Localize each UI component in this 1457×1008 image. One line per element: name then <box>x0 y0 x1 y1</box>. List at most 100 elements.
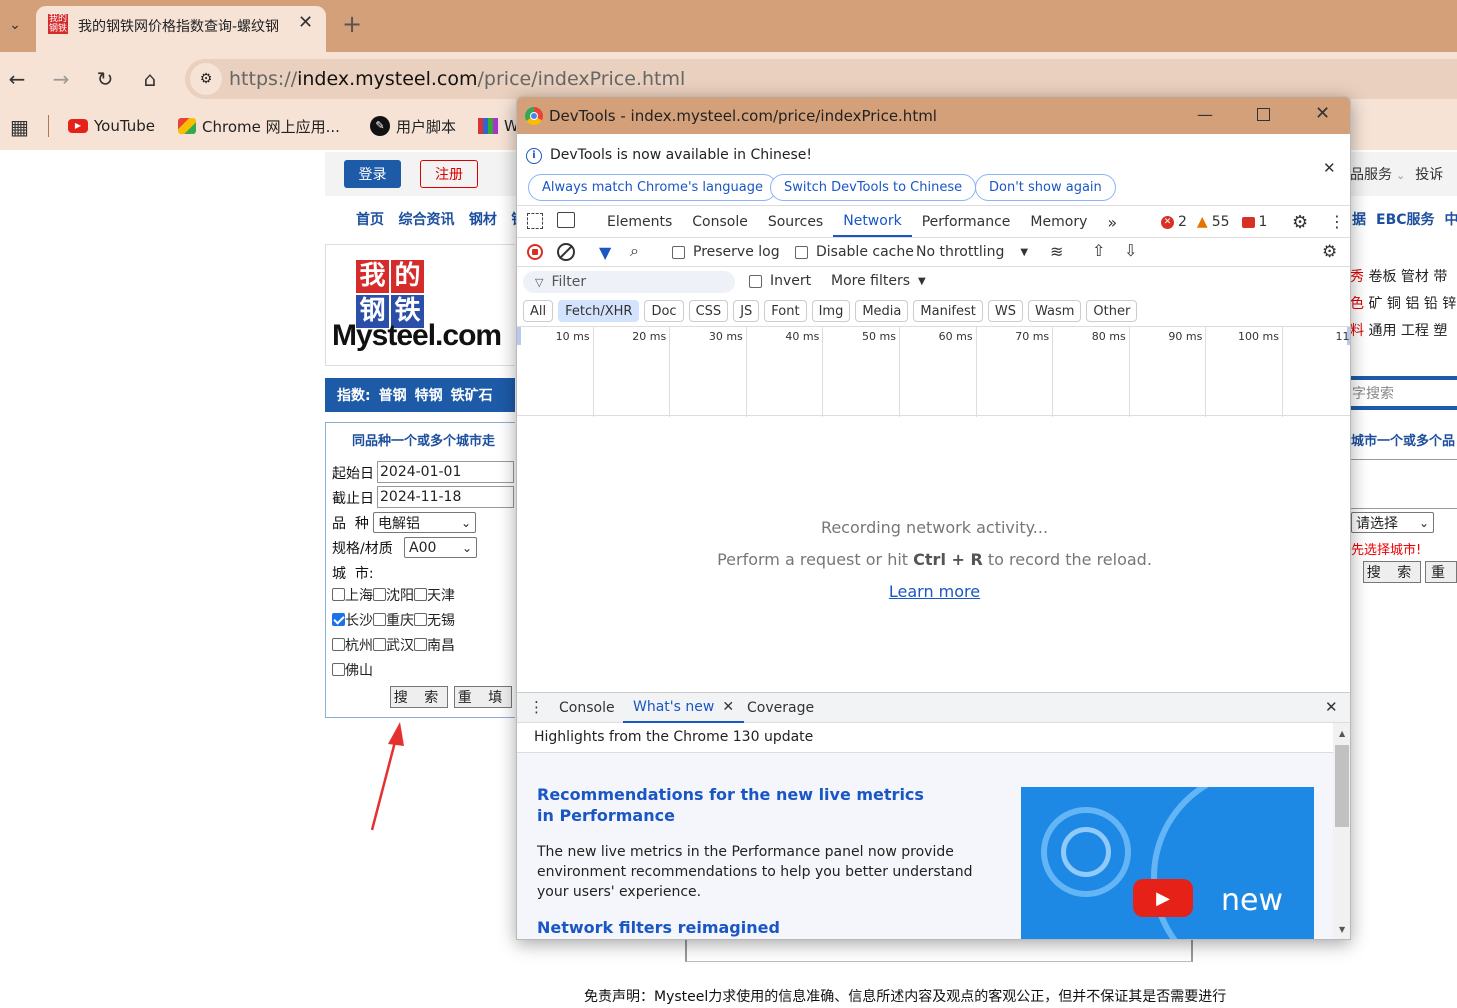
filter-input[interactable]: ▽ Filter <box>523 271 735 293</box>
chip-ws[interactable]: WS <box>987 300 1023 322</box>
more-tabs-icon[interactable]: » <box>1097 207 1127 237</box>
bookmark-chrome-store[interactable]: Chrome 网上应用... <box>178 111 340 141</box>
chip-js[interactable]: JS <box>733 300 760 322</box>
home-icon[interactable]: ⌂ <box>133 62 167 96</box>
reload-icon[interactable]: ↻ <box>88 62 122 96</box>
right-search-input[interactable]: 字搜索 <box>1352 383 1394 403</box>
invert-checkbox[interactable]: Invert <box>749 273 811 289</box>
login-button[interactable]: 登录 <box>344 160 401 188</box>
chip-wasm[interactable]: Wasm <box>1027 300 1082 322</box>
back-icon[interactable]: ← <box>0 62 34 96</box>
scroll-down-icon[interactable]: ▼ <box>1339 925 1345 934</box>
feature-title-live-metrics[interactable]: Recommendations for the new live metrics… <box>537 784 937 826</box>
throttling-select[interactable]: No throttling ▼ <box>916 244 1028 260</box>
city-checkbox-shanghai[interactable] <box>332 588 345 601</box>
scroll-up-icon[interactable]: ▲ <box>1339 729 1345 738</box>
index-link-general[interactable]: 普钢 <box>379 385 407 405</box>
feature-video-thumbnail[interactable]: ▶ new <box>1021 787 1314 939</box>
chip-manifest[interactable]: Manifest <box>913 300 983 322</box>
drawer-tab-coverage[interactable]: Coverage <box>737 693 824 723</box>
device-toolbar-icon[interactable] <box>557 212 575 228</box>
chip-doc[interactable]: Doc <box>644 300 684 322</box>
reset-button[interactable]: 重 填 <box>454 686 512 708</box>
nav-news[interactable]: 综合资讯 <box>398 212 454 228</box>
chip-other[interactable]: Other <box>1086 300 1138 322</box>
index-link-ore[interactable]: 铁矿石 <box>451 385 493 405</box>
register-button[interactable]: 注册 <box>420 160 478 188</box>
city-checkbox-shenyang[interactable] <box>373 588 386 601</box>
match-language-button[interactable]: Always match Chrome's language <box>528 174 777 201</box>
active-tab[interactable]: 我的 钢铁 我的钢铁网价格指数查询-螺纹钢 ✕ <box>36 6 326 52</box>
youtube-play-icon[interactable]: ▶ <box>1133 879 1193 917</box>
city-checkbox-hangzhou[interactable] <box>332 638 345 651</box>
chip-font[interactable]: Font <box>764 300 807 322</box>
drawer-tab-whats-new[interactable]: What's new ✕ <box>623 693 745 723</box>
new-tab-button[interactable]: + <box>342 10 362 38</box>
tab-console[interactable]: Console <box>682 207 758 237</box>
bookmark-youtube[interactable]: ▶ YouTube <box>68 111 155 141</box>
tab-memory[interactable]: Memory <box>1020 207 1097 237</box>
right-search-button[interactable]: 搜 索 <box>1363 561 1421 583</box>
drawer-tab-console[interactable]: Console <box>549 693 625 723</box>
chip-css[interactable]: CSS <box>688 300 729 322</box>
scroll-thumb[interactable] <box>1335 745 1349 827</box>
variety-select[interactable]: 电解铝 ⌄ <box>373 512 476 533</box>
filter-funnel-icon[interactable]: ▼ <box>599 243 611 262</box>
preserve-log-checkbox[interactable]: Preserve log <box>672 244 780 260</box>
apps-grid-icon[interactable]: ▦ <box>10 115 29 139</box>
import-har-icon[interactable]: ⇧ <box>1092 241 1105 260</box>
kebab-menu-icon[interactable]: ⋮ <box>1329 212 1345 231</box>
switch-to-chinese-button[interactable]: Switch DevTools to Chinese <box>770 174 977 201</box>
chip-fetch-xhr[interactable]: Fetch/XHR <box>558 300 640 322</box>
tab-list-button[interactable]: ⌄ <box>4 14 26 36</box>
city-checkbox-tianjin[interactable] <box>414 588 427 601</box>
nav-steel[interactable]: 钢材 <box>469 212 497 228</box>
end-date-input[interactable]: 2024-11-18 <box>377 486 514 508</box>
bookmark-user-scripts[interactable]: ✎ 用户脚本 <box>370 111 456 141</box>
city-checkbox-wuhan[interactable] <box>373 638 386 651</box>
index-link-special[interactable]: 特钢 <box>415 385 443 405</box>
chip-all[interactable]: All <box>523 300 554 322</box>
tab-elements[interactable]: Elements <box>597 207 682 237</box>
city-checkbox-foshan[interactable] <box>332 663 345 676</box>
close-drawer-icon[interactable]: ✕ <box>1325 698 1338 716</box>
drawer-menu-icon[interactable]: ⋮ <box>529 698 544 716</box>
dont-show-again-button[interactable]: Don't show again <box>975 174 1116 201</box>
tab-close-icon[interactable]: ✕ <box>298 12 313 33</box>
network-conditions-icon[interactable]: ≋ <box>1050 242 1063 261</box>
close-icon[interactable]: ✕ <box>1315 103 1330 124</box>
settings-gear-icon[interactable]: ⚙ <box>1292 212 1308 233</box>
tab-performance[interactable]: Performance <box>912 207 1021 237</box>
city-checkbox-nanchang[interactable] <box>414 638 427 651</box>
inspect-element-icon[interactable] <box>527 213 543 229</box>
record-stop-icon[interactable] <box>527 244 543 260</box>
city-checkbox-changsha[interactable] <box>332 613 345 626</box>
maximize-icon[interactable] <box>1257 108 1270 121</box>
start-date-input[interactable]: 2024-01-01 <box>377 461 514 483</box>
status-counters[interactable]: ✕ 2 ▲ 55 1 <box>1161 214 1267 230</box>
search-button[interactable]: 搜 索 <box>390 686 448 708</box>
close-infobar-icon[interactable]: ✕ <box>1323 159 1336 177</box>
minimize-icon[interactable]: — <box>1197 105 1213 124</box>
feature-title-network-filters[interactable]: Network filters reimagined <box>537 917 780 938</box>
right-reset-button[interactable]: 重 <box>1425 561 1457 583</box>
clear-icon[interactable] <box>557 243 575 261</box>
devtools-titlebar[interactable]: DevTools - index.mysteel.com/price/index… <box>517 97 1350 134</box>
city-checkbox-chongqing[interactable] <box>373 613 386 626</box>
address-bar[interactable]: ⚙ https://index.mysteel.com/price/indexP… <box>185 59 1457 99</box>
drawer-scrollbar[interactable]: ▲ ▼ <box>1333 723 1350 939</box>
spec-select[interactable]: A00 ⌄ <box>404 537 477 558</box>
search-icon[interactable]: ⌕ <box>630 241 639 261</box>
city-checkbox-wuxi[interactable] <box>414 613 427 626</box>
nav-home[interactable]: 首页 <box>356 212 384 228</box>
close-tab-icon[interactable]: ✕ <box>722 699 734 715</box>
site-info-icon[interactable]: ⚙ <box>190 63 222 95</box>
bookmark-w[interactable]: W <box>478 111 519 141</box>
disable-cache-checkbox[interactable]: Disable cache <box>795 244 914 260</box>
logo-box[interactable]: 我 的 钢 铁 Mysteel.com <box>325 244 515 366</box>
network-settings-icon[interactable]: ⚙ <box>1322 242 1337 262</box>
export-har-icon[interactable]: ⇩ <box>1124 241 1137 260</box>
right-select[interactable]: 请选择 ⌄ <box>1351 512 1434 533</box>
more-filters-dropdown[interactable]: More filters ▼ <box>831 273 926 289</box>
chip-img[interactable]: Img <box>811 300 851 322</box>
